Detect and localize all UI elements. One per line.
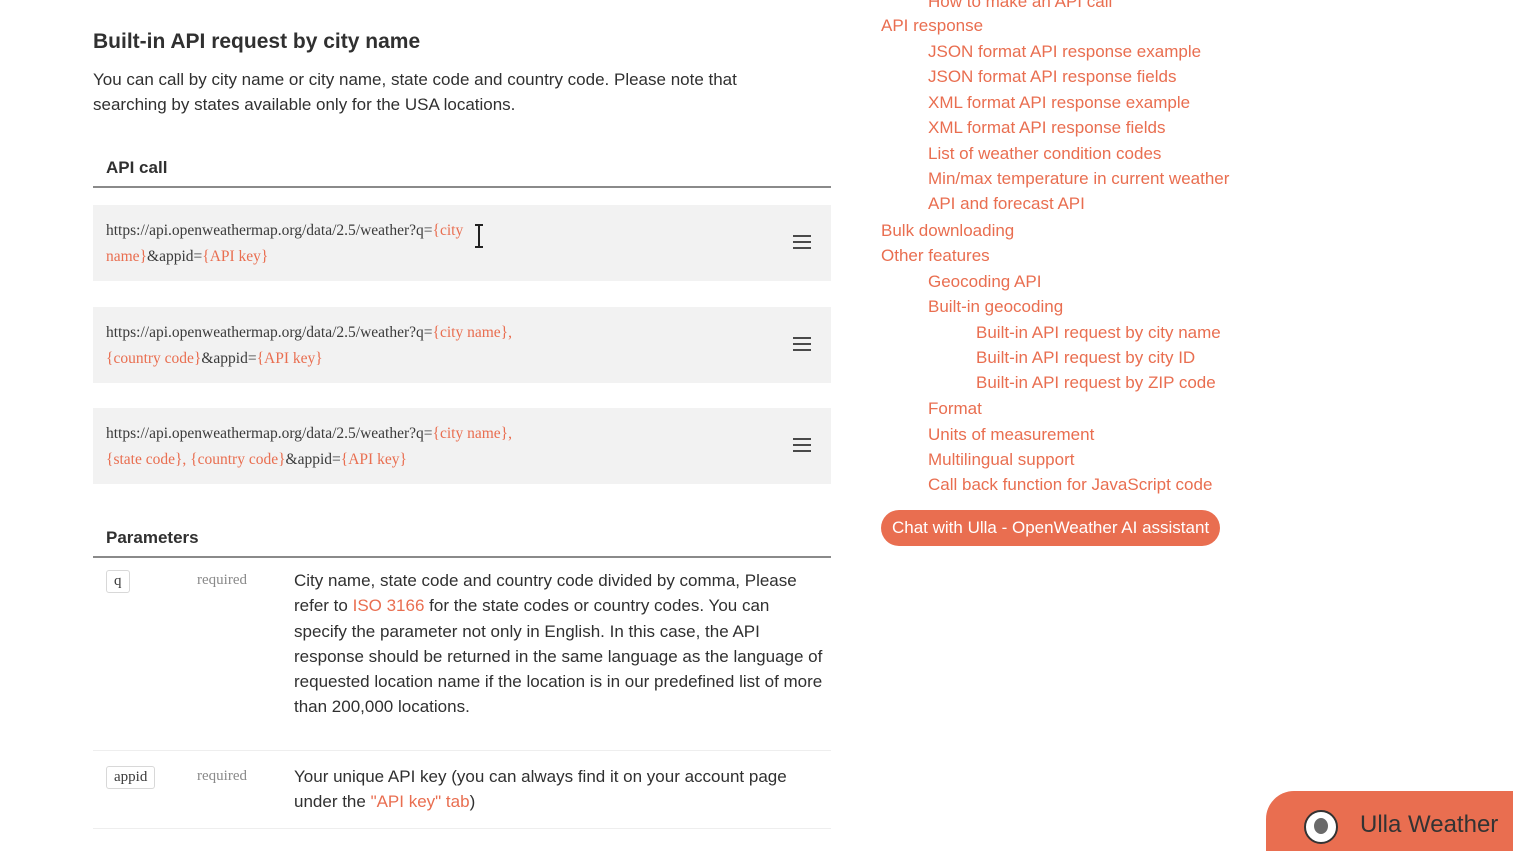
- code-url: &appid=: [201, 349, 257, 367]
- code-url: &appid=: [285, 450, 341, 468]
- toc-item-xml-response-example[interactable]: XML format API response example: [928, 93, 1190, 113]
- code-url: https://api.openweathermap.org/data/2.5/…: [106, 324, 433, 341]
- code-url: https://api.openweathermap.org/data/2.5/…: [106, 222, 433, 239]
- chat-with-ulla-button[interactable]: Chat with Ulla - OpenWeather AI assistan…: [881, 510, 1221, 546]
- toc-item-json-response-fields[interactable]: JSON format API response fields: [928, 67, 1177, 87]
- code-url: https://api.openweathermap.org/data/2.5/…: [106, 425, 433, 442]
- description-text: Your unique API key (you can always find…: [294, 767, 787, 812]
- code-url: &appid=: [147, 247, 203, 265]
- section-intro: You can call by city name or city name, …: [93, 70, 737, 114]
- parameter-description: Your unique API key (you can always find…: [294, 764, 824, 815]
- code-text[interactable]: https://api.openweathermap.org/data/2.5/…: [106, 320, 706, 371]
- parameter-name: q: [106, 570, 130, 593]
- code-example-1: https://api.openweathermap.org/data/2.5/…: [93, 205, 831, 281]
- code-example-2: https://api.openweathermap.org/data/2.5/…: [93, 307, 831, 383]
- toc-item-multilingual-support[interactable]: Multilingual support: [928, 450, 1074, 470]
- parameter-requirement: required: [197, 768, 247, 784]
- code-param: {API key}: [202, 247, 269, 265]
- copy-icon[interactable]: [793, 438, 811, 454]
- assistant-avatar-icon: [1304, 810, 1338, 844]
- toc-item-by-city-name[interactable]: Built-in API request by city name: [976, 323, 1221, 343]
- code-param: {API key}: [340, 450, 407, 468]
- toc-item-format[interactable]: Format: [928, 399, 982, 419]
- toc-item-json-response-example[interactable]: JSON format API response example: [928, 42, 1201, 62]
- code-text[interactable]: https://api.openweathermap.org/data/2.5/…: [106, 421, 706, 472]
- toc-item-bulk-downloading[interactable]: Bulk downloading: [881, 221, 1014, 241]
- toc-item-weather-condition-codes[interactable]: List of weather condition codes: [928, 144, 1161, 164]
- toc-item-xml-response-fields[interactable]: XML format API response fields: [928, 118, 1165, 138]
- toc-item-geocoding-api[interactable]: Geocoding API: [928, 272, 1041, 292]
- toc-item-by-zip-code[interactable]: Built-in API request by ZIP code: [976, 373, 1216, 393]
- ulla-weather-widget[interactable]: Ulla Weather: [1266, 791, 1513, 851]
- copy-icon[interactable]: [793, 235, 811, 251]
- toc-item-other-features[interactable]: Other features: [881, 246, 990, 266]
- section-title: Built-in API request by city name: [93, 30, 421, 53]
- toc-item-javascript-callback[interactable]: Call back function for JavaScript code: [928, 475, 1212, 495]
- widget-label: Ulla Weather: [1360, 811, 1499, 838]
- text-cursor-icon: [475, 224, 483, 248]
- toc-item-units-of-measurement[interactable]: Units of measurement: [928, 425, 1094, 445]
- parameter-requirement: required: [197, 572, 247, 588]
- toc-item-how-to-make-api-call[interactable]: How to make an API call: [928, 0, 1112, 12]
- api-call-header: API call: [93, 154, 831, 188]
- code-text[interactable]: https://api.openweathermap.org/data/2.5/…: [106, 218, 706, 269]
- parameter-row: q required City name, state code and cou…: [93, 560, 831, 751]
- copy-icon[interactable]: [793, 337, 811, 353]
- code-param: {API key}: [256, 349, 323, 367]
- api-key-tab-link[interactable]: "API key" tab: [371, 792, 470, 811]
- code-param: {country code}: [190, 450, 286, 468]
- parameter-description: City name, state code and country code d…: [294, 568, 824, 720]
- description-text: ): [469, 792, 476, 812]
- toc-item-api-response[interactable]: API response: [881, 16, 983, 36]
- toc-item-api-and-forecast[interactable]: API and forecast API: [928, 194, 1085, 214]
- parameter-name: appid: [106, 766, 156, 789]
- api-call-header-label: API call: [106, 158, 168, 177]
- toc-item-built-in-geocoding[interactable]: Built-in geocoding: [928, 297, 1063, 317]
- code-example-3: https://api.openweathermap.org/data/2.5/…: [93, 408, 831, 484]
- toc-item-by-city-id[interactable]: Built-in API request by city ID: [976, 348, 1195, 368]
- parameter-row: appid required Your unique API key (you …: [93, 756, 831, 829]
- iso-3166-link[interactable]: ISO 3166: [353, 596, 425, 615]
- parameters-header-label: Parameters: [106, 528, 199, 547]
- parameters-header: Parameters: [93, 524, 831, 558]
- toc-item-min-max-temperature[interactable]: Min/max temperature in current weather: [928, 169, 1229, 189]
